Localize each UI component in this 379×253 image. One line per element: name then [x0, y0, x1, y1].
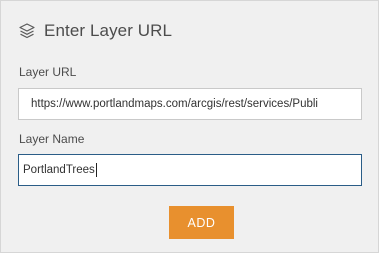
layer-name-input[interactable]: PortlandTrees — [18, 154, 362, 186]
text-caret — [95, 163, 97, 177]
layer-name-value: PortlandTrees — [23, 164, 95, 176]
layer-url-input[interactable]: https://www.portlandmaps.com/arcgis/rest… — [18, 88, 362, 120]
layer-name-label: Layer Name — [19, 132, 85, 146]
layer-url-label: Layer URL — [19, 65, 77, 79]
panel-header: Enter Layer URL — [18, 19, 172, 43]
layer-url-value: https://www.portlandmaps.com/arcgis/rest… — [31, 98, 318, 110]
page-title: Enter Layer URL — [44, 21, 173, 40]
add-button[interactable]: ADD — [169, 206, 234, 239]
layers-icon — [18, 22, 36, 40]
add-layer-panel: Enter Layer URL Layer URL https://www.po… — [0, 0, 379, 253]
